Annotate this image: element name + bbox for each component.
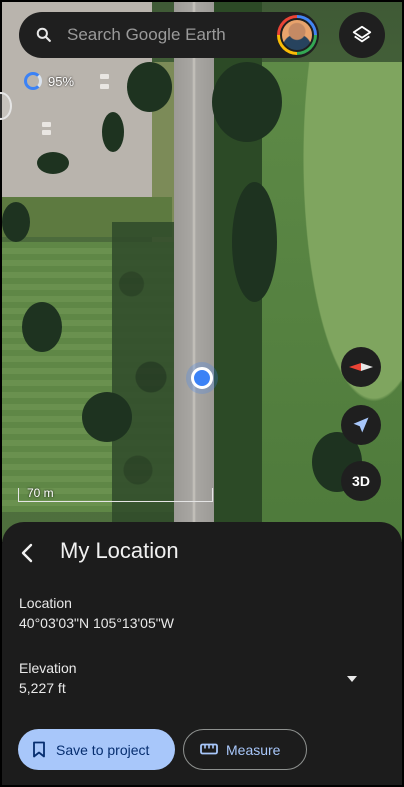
avatar-image: [280, 18, 314, 52]
compass-button[interactable]: [341, 347, 381, 387]
sheet-title: My Location: [60, 538, 179, 563]
tree: [212, 62, 282, 142]
navigation-arrow-icon: [353, 417, 369, 433]
toggle-3d-button[interactable]: 3D: [341, 461, 381, 501]
compass-icon: [349, 363, 373, 371]
tree: [2, 202, 30, 242]
progress-ring-icon: [24, 72, 42, 90]
tree: [82, 392, 132, 442]
tree: [127, 62, 172, 112]
expand-details-button[interactable]: [340, 667, 364, 691]
tree: [22, 302, 62, 352]
back-arrow-icon: [21, 543, 33, 563]
loading-indicator: 95%: [24, 72, 74, 90]
loading-percent: 95%: [48, 73, 75, 89]
tree-line: [112, 222, 177, 532]
search-input[interactable]: [67, 12, 267, 58]
layers-button[interactable]: [339, 12, 385, 58]
road: [174, 2, 214, 542]
location-sheet: My Location Location 40°03'03"N 105°13'0…: [2, 522, 402, 785]
parked-car: [100, 84, 109, 89]
my-location-button[interactable]: [341, 405, 381, 445]
tree: [232, 182, 277, 302]
measure-label: Measure: [226, 741, 281, 758]
parked-car: [42, 122, 51, 127]
elevation-value: 5,227 ft: [19, 680, 66, 696]
tree: [102, 112, 124, 152]
back-button[interactable]: [12, 538, 42, 568]
save-to-project-button[interactable]: Save to project: [18, 729, 175, 770]
layers-icon: [352, 25, 372, 43]
location-value: 40°03'03"N 105°13'05"W: [19, 615, 174, 631]
parked-car: [100, 74, 109, 79]
current-location-dot: [191, 367, 213, 389]
search-icon[interactable]: [34, 25, 54, 45]
account-avatar[interactable]: [277, 15, 317, 55]
location-label: Location: [19, 595, 72, 611]
scale-bar: 70 m: [18, 486, 213, 502]
tree: [37, 152, 69, 174]
search-bar[interactable]: [19, 12, 319, 58]
measure-button[interactable]: Measure: [183, 729, 307, 770]
elevation-label: Elevation: [19, 660, 77, 676]
dropdown-triangle-icon: [347, 676, 357, 682]
save-to-project-label: Save to project: [56, 741, 150, 758]
bookmark-icon: [33, 741, 45, 758]
parked-car: [42, 130, 51, 135]
ruler-icon: [200, 743, 218, 755]
scale-label: 70 m: [27, 486, 54, 500]
